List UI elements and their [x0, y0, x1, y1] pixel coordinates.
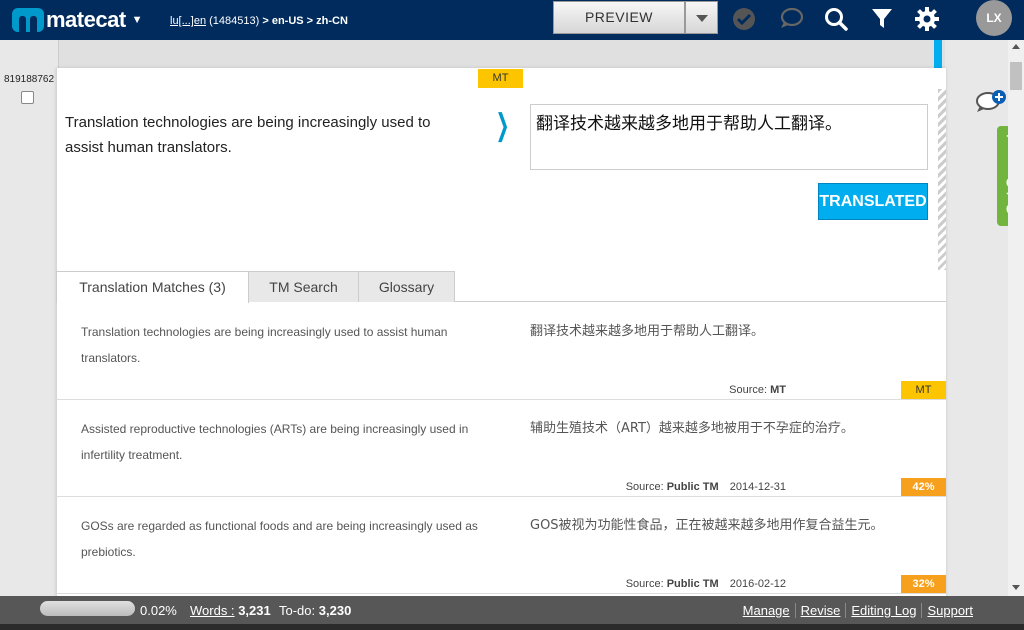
- job-id: (1484513): [209, 15, 260, 27]
- todo-value: 3,230: [318, 603, 352, 618]
- match-date: 2014-12-31: [729, 481, 786, 493]
- match-date: 2016-02-12: [729, 578, 786, 590]
- top-bar: matecat ▼ lu[...]en (1484513) > en-US > …: [0, 0, 1024, 40]
- tab-translation-matches[interactable]: Translation Matches (3): [56, 271, 249, 303]
- gear-icon[interactable]: [914, 6, 940, 32]
- scrollbar-thumb[interactable]: [1010, 62, 1022, 90]
- job-info: lu[...]en (1484513) > en-US > zh-CN: [170, 15, 348, 27]
- match-origin: MT: [770, 384, 786, 396]
- match-source: Assisted reproductive technologies (ARTs…: [81, 422, 469, 462]
- match-origin: Public TM: [666, 481, 719, 493]
- match-source: GOSs are regarded as functional foods an…: [81, 519, 478, 559]
- chevron-down-icon[interactable]: ▼: [132, 14, 143, 26]
- match-origin: Public TM: [666, 578, 719, 590]
- check-circle-icon[interactable]: [731, 6, 757, 32]
- segment-checkbox[interactable]: [21, 91, 34, 104]
- match-target: 辅助生殖技术（ART）越来越多地被用于不孕症的治疗。: [530, 421, 854, 436]
- match-meta: Source: Public TM 2014-12-31: [626, 481, 786, 493]
- scroll-down-icon[interactable]: [1012, 585, 1020, 590]
- matches-tabs: Translation Matches (3) TM Search Glossa…: [56, 271, 946, 303]
- mt-tag: MT: [478, 69, 523, 88]
- progress-bar: [40, 601, 135, 616]
- segment-target-editor[interactable]: 翻译技术越来越多地用于帮助人工翻译。: [530, 104, 928, 170]
- progress-percent: 0.02%: [140, 603, 177, 618]
- match-source-label: Source:: [729, 384, 768, 396]
- user-avatar[interactable]: LX: [976, 0, 1012, 36]
- matecat-logo[interactable]: matecat ▼: [12, 6, 143, 34]
- match-badge: MT: [901, 381, 946, 399]
- words-label[interactable]: Words :: [190, 603, 235, 618]
- todo-label: To-do:: [279, 603, 316, 618]
- segment-id: 819188762: [4, 74, 55, 85]
- segment-stripe: [938, 89, 946, 270]
- match-target: 翻译技术越来越多地用于帮助人工翻译。: [530, 324, 765, 339]
- footer-edge: [0, 624, 1024, 630]
- segment-status-bar: [934, 40, 942, 68]
- preview-button[interactable]: PREVIEW: [553, 1, 685, 34]
- words-count: Words : 3,231: [190, 603, 271, 618]
- match-source-label: Source:: [625, 481, 664, 493]
- comment-bubble-icon[interactable]: [778, 6, 804, 32]
- search-icon[interactable]: [823, 6, 849, 32]
- chevron-right-icon[interactable]: ❯: [496, 108, 510, 143]
- match-item[interactable]: Translation technologies are being incre…: [56, 303, 946, 400]
- match-source: Translation technologies are being incre…: [81, 325, 448, 365]
- todo-count: To-do: 3,230: [279, 603, 351, 618]
- previous-segment-strip[interactable]: [58, 40, 945, 68]
- job-name-link[interactable]: lu[...]en: [170, 15, 206, 27]
- tab-tm-search[interactable]: TM Search: [248, 271, 359, 302]
- match-item[interactable]: Assisted reproductive technologies (ARTs…: [56, 400, 946, 497]
- add-comment-icon[interactable]: [974, 88, 1008, 118]
- filter-icon[interactable]: [869, 6, 895, 32]
- scroll-up-icon[interactable]: [1012, 44, 1020, 49]
- support-link[interactable]: Support: [922, 603, 978, 618]
- match-meta: Source: Public TM 2016-02-12: [626, 578, 786, 590]
- revise-link[interactable]: Revise: [796, 603, 847, 618]
- match-item[interactable]: GOSs are regarded as functional foods an…: [56, 497, 946, 594]
- match-badge: 32%: [901, 575, 946, 593]
- vertical-scrollbar[interactable]: [1008, 40, 1024, 596]
- match-source-label: Source:: [625, 578, 664, 590]
- preview-dropdown-button[interactable]: [685, 1, 718, 34]
- logo-text: matecat: [46, 7, 126, 32]
- job-languages: > en-US > zh-CN: [262, 15, 348, 27]
- match-target: GOS被视为功能性食品，正在被越来越多地用作复合益生元。: [530, 518, 884, 533]
- footer-bar: 0.02% Words : 3,231 To-do: 3,230 Manage …: [0, 596, 1024, 624]
- tab-glossary[interactable]: Glossary: [358, 271, 455, 302]
- footer-links: Manage Revise Editing Log Support: [738, 603, 978, 618]
- editing-log-link[interactable]: Editing Log: [846, 603, 923, 618]
- match-meta: Source: MT: [729, 384, 786, 396]
- match-badge: 42%: [901, 478, 946, 496]
- segment-source-text: Translation technologies are being incre…: [65, 114, 431, 156]
- words-value: 3,231: [238, 603, 271, 618]
- manage-link[interactable]: Manage: [738, 603, 796, 618]
- translated-button[interactable]: TRANSLATED: [818, 183, 928, 220]
- matecat-logo-icon: [12, 8, 44, 32]
